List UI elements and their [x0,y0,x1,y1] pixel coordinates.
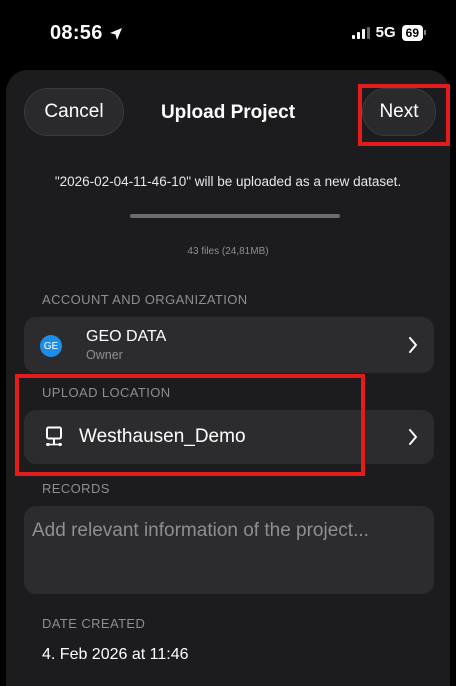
network-type: 5G [375,24,396,41]
avatar: GE [40,335,62,357]
account-organization-row[interactable]: GE GEO DATA Owner [24,317,434,373]
records-placeholder: Add relevant information of the project.… [32,520,369,541]
file-summary: 43 files (24,81MB) [187,246,269,257]
status-time: 08:56 [50,22,123,45]
date-created-section-label: DATE CREATED [42,616,146,631]
account-section-label: ACCOUNT AND ORGANIZATION [42,292,248,307]
time-text: 08:56 [50,22,103,44]
upload-notice: "2026-02-04-11-46-10" will be uploaded a… [54,174,402,189]
account-name: GEO DATA [86,328,167,345]
sheet-header: Cancel Upload Project Next [6,86,450,142]
battery-icon: 69 [401,24,426,41]
chevron-right-icon [409,337,417,353]
phone-screen: 08:56 5G 69 Cancel Upload Project Next "… [0,0,456,686]
chevron-right-icon [409,429,417,445]
account-role: Owner [86,348,123,362]
upload-location-name: Westhausen_Demo [79,426,246,447]
records-text-area[interactable]: Add relevant information of the project.… [24,506,434,594]
status-indicators: 5G 69 [351,24,426,41]
status-bar: 08:56 5G 69 [0,0,456,70]
battery-level: 69 [401,24,423,41]
upload-project-sheet: Cancel Upload Project Next "2026-02-04-1… [6,70,450,686]
upload-location-section-label: UPLOAD LOCATION [42,385,171,400]
cellular-signal-icon [351,26,370,39]
upload-location-row[interactable]: Westhausen_Demo [24,410,434,464]
location-arrow-icon [109,27,122,40]
records-section-label: RECORDS [42,481,110,496]
next-button[interactable]: Next [362,88,436,136]
upload-progress-bar [130,214,340,218]
upload-progress-fill [130,214,340,218]
device-icon [46,426,62,447]
date-created-value: 4. Feb 2026 at 11:46 [42,646,189,663]
